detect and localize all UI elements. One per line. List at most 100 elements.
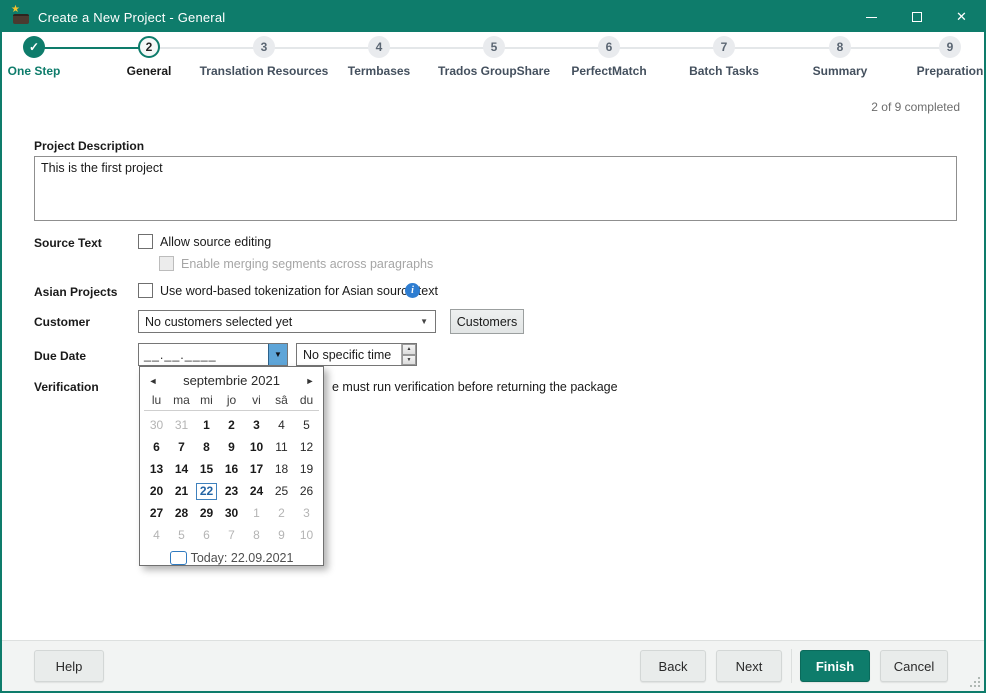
calendar-day[interactable]: 31 — [169, 414, 194, 436]
enable-merging-checkbox — [159, 256, 174, 271]
today-checkbox[interactable] — [169, 551, 187, 565]
due-time-value: No specific time — [303, 348, 392, 362]
calendar-day[interactable]: 1 — [244, 502, 269, 524]
help-button[interactable]: Help — [34, 650, 104, 682]
calendar-day[interactable]: 3 — [294, 502, 319, 524]
calendar-day[interactable]: 16 — [219, 458, 244, 480]
calendar-day[interactable]: 26 — [294, 480, 319, 502]
calendar-day-selected[interactable]: 22 — [194, 480, 219, 502]
finish-button[interactable]: Finish — [800, 650, 870, 682]
calendar-day[interactable]: 4 — [144, 524, 169, 546]
step-number: 8 — [829, 36, 851, 58]
calendar-week-row: 27 28 29 30 1 2 3 — [144, 502, 319, 524]
calendar-day[interactable]: 2 — [269, 502, 294, 524]
calendar-day[interactable]: 9 — [269, 524, 294, 546]
source-text-label: Source Text — [34, 236, 102, 250]
calendar-day[interactable]: 11 — [269, 436, 294, 458]
customer-dropdown[interactable]: No customers selected yet ▼ — [138, 310, 436, 333]
calendar-day[interactable]: 7 — [219, 524, 244, 546]
calendar-day[interactable]: 12 — [294, 436, 319, 458]
calendar-day[interactable]: 17 — [244, 458, 269, 480]
back-button[interactable]: Back — [640, 650, 706, 682]
maximize-button[interactable] — [894, 2, 939, 32]
day-name: mi — [200, 392, 213, 407]
create-project-wizard-window: ★ Create a New Project - General ✕ ✓ One … — [0, 0, 986, 693]
calendar-day[interactable]: 5 — [294, 414, 319, 436]
today-label[interactable]: Today: 22.09.2021 — [191, 551, 294, 565]
step-preparation[interactable]: 9 Preparation — [875, 32, 984, 78]
calendar-day[interactable]: 30 — [219, 502, 244, 524]
footer: Help Back Next Finish Cancel — [2, 640, 984, 691]
calendar-day[interactable]: 25 — [269, 480, 294, 502]
step-label: Preparation — [916, 64, 984, 78]
verification-label: Verification — [34, 380, 99, 394]
calendar-next-icon[interactable]: ► — [297, 376, 323, 386]
project-description-input[interactable]: This is the first project — [34, 156, 957, 221]
calendar-day[interactable]: 6 — [194, 524, 219, 546]
calendar-day[interactable]: 23 — [219, 480, 244, 502]
spinner-down-button[interactable]: ▼ — [402, 354, 416, 365]
calendar-week-row: 4 5 6 7 8 9 10 — [144, 524, 319, 546]
calendar-day[interactable]: 14 — [169, 458, 194, 480]
step-number: 9 — [939, 36, 961, 58]
calendar-day[interactable]: 30 — [144, 414, 169, 436]
project-description-label: Project Description — [34, 139, 145, 153]
customers-button[interactable]: Customers — [450, 309, 524, 334]
day-name: lu — [151, 392, 162, 407]
calendar-week-row: 13 14 15 16 17 18 19 — [144, 458, 319, 480]
calendar-day[interactable]: 18 — [269, 458, 294, 480]
step-number: 7 — [713, 36, 735, 58]
calendar-day[interactable]: 5 — [169, 524, 194, 546]
enable-merging-label: Enable merging segments across paragraph… — [181, 257, 434, 271]
day-name: jo — [226, 392, 237, 407]
calendar-prev-icon[interactable]: ◄ — [140, 376, 166, 386]
info-icon[interactable]: i — [405, 283, 420, 298]
calendar-day[interactable]: 8 — [194, 436, 219, 458]
calendar-day[interactable]: 15 — [194, 458, 219, 480]
allow-source-editing-label: Allow source editing — [160, 235, 272, 249]
wizard-stepper: ✓ One Step 2 General 3 Translation Resources 4… — [2, 32, 984, 94]
calendar-day[interactable]: 20 — [144, 480, 169, 502]
calendar-day[interactable]: 3 — [244, 414, 269, 436]
spinner-up-button[interactable]: ▲ — [402, 344, 416, 355]
calendar-day[interactable]: 21 — [169, 480, 194, 502]
due-time-input[interactable]: No specific time ▲ ▼ — [296, 343, 417, 366]
due-date-dropdown-button[interactable]: ▼ — [268, 344, 287, 365]
calendar-day[interactable]: 10 — [294, 524, 319, 546]
calendar-day[interactable]: 6 — [144, 436, 169, 458]
calendar-day[interactable]: 13 — [144, 458, 169, 480]
allow-source-editing-checkbox[interactable] — [138, 234, 153, 249]
calendar-day[interactable]: 8 — [244, 524, 269, 546]
calendar-day[interactable]: 9 — [219, 436, 244, 458]
chevron-down-icon: ▼ — [420, 317, 428, 326]
calendar-day[interactable]: 4 — [269, 414, 294, 436]
close-button[interactable]: ✕ — [939, 2, 984, 32]
calendar-day[interactable]: 28 — [169, 502, 194, 524]
check-icon: ✓ — [23, 36, 45, 58]
resize-grip[interactable] — [969, 676, 981, 688]
day-name: ma — [173, 392, 190, 407]
calendar-day[interactable]: 19 — [294, 458, 319, 480]
calendar-day[interactable]: 27 — [144, 502, 169, 524]
calendar-day[interactable]: 7 — [169, 436, 194, 458]
calendar-today-row: Today: 22.09.2021 — [140, 551, 323, 565]
calendar-day[interactable]: 1 — [194, 414, 219, 436]
due-date-input[interactable]: __.__.____ ▼ — [138, 343, 288, 366]
due-date-mask: __.__.____ — [144, 348, 217, 362]
calendar-day[interactable]: 24 — [244, 480, 269, 502]
calendar-day[interactable]: 10 — [244, 436, 269, 458]
calendar-month-label[interactable]: septembrie 2021 — [166, 373, 297, 388]
calendar-grid: 30 31 1 2 3 4 5 6 7 8 9 10 11 12 13 14 15 16 17 18 19 20 21 22 2… — [144, 414, 319, 546]
word-tokenization-checkbox[interactable] — [138, 283, 153, 298]
minimize-button[interactable] — [849, 2, 894, 32]
next-button[interactable]: Next — [716, 650, 782, 682]
calendar-popup: ◄ septembrie 2021 ► lu ma mi jo vi sâ du 30 31 1… — [139, 366, 324, 566]
step-number: 6 — [598, 36, 620, 58]
calendar-day[interactable]: 29 — [194, 502, 219, 524]
customer-label: Customer — [34, 315, 91, 329]
calendar-day[interactable]: 2 — [219, 414, 244, 436]
calendar-header: ◄ septembrie 2021 ► — [140, 371, 323, 391]
step-number: 3 — [253, 36, 275, 58]
cancel-button[interactable]: Cancel — [880, 650, 948, 682]
titlebar: ★ Create a New Project - General ✕ — [2, 2, 984, 32]
